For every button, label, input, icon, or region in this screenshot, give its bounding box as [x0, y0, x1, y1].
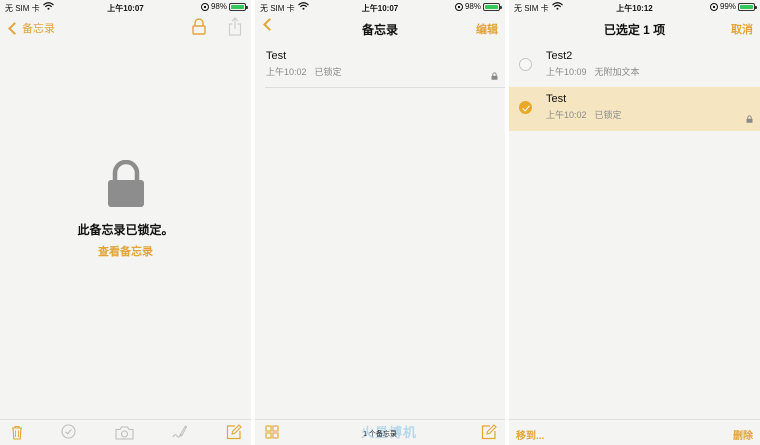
select-notes-screen: 无 SIM 卡 上午10:12 99% 已选定 1 项 取消 Test2 上午1… — [509, 0, 760, 445]
locked-message: 此备忘录已锁定。 — [77, 223, 174, 237]
locked-note-icon — [106, 159, 146, 213]
note-row[interactable]: Test2 上午10:09 无附加文本 — [509, 44, 760, 88]
note-row-selected[interactable]: Test 上午10:02 已锁定 — [509, 87, 760, 131]
lock-icon — [491, 67, 498, 85]
compose-icon[interactable] — [226, 424, 242, 445]
trash-icon[interactable] — [11, 425, 23, 445]
note-preview: 已锁定 — [594, 110, 622, 120]
note-title: Test — [546, 93, 567, 105]
orientation-lock-icon — [454, 2, 463, 11]
page-title: 备忘录 — [361, 23, 398, 37]
note-meta: 上午10:02 已锁定 — [266, 65, 342, 78]
edit-button[interactable]: 编辑 — [476, 21, 498, 37]
orientation-lock-icon — [709, 2, 718, 11]
select-circle-icon[interactable] — [519, 58, 532, 71]
note-title: Test — [266, 50, 287, 62]
bottom-toolbar: 移到... 删除 — [509, 419, 760, 445]
note-preview: 无附加文本 — [594, 67, 640, 77]
lock-toggle-icon[interactable] — [192, 18, 206, 40]
page-title: 已选定 1 项 — [603, 23, 666, 37]
checkmark-circle-icon[interactable] — [519, 101, 532, 114]
back-button[interactable]: 备忘录 — [7, 20, 55, 36]
note-meta: 上午10:02 已锁定 — [546, 108, 622, 121]
battery-icon — [738, 2, 757, 11]
orientation-lock-icon — [200, 2, 209, 11]
bottom-toolbar — [0, 419, 251, 445]
camera-icon[interactable] — [115, 426, 134, 445]
battery-icon — [229, 2, 248, 11]
note-meta: 上午10:09 无附加文本 — [546, 65, 640, 78]
view-note-button[interactable]: 查看备忘录 — [0, 243, 251, 259]
move-to-button[interactable]: 移到... — [516, 427, 544, 442]
nav-bar: 备忘录 — [0, 14, 251, 42]
compose-icon[interactable] — [481, 424, 497, 445]
nav-bar: 备忘录 编辑 — [255, 14, 505, 42]
lock-icon — [746, 110, 753, 128]
note-time: 上午10:02 — [546, 110, 587, 120]
cancel-button[interactable]: 取消 — [731, 21, 753, 37]
delete-button[interactable]: 删除 — [733, 427, 753, 442]
note-row[interactable]: Test 上午10:02 已锁定 — [255, 44, 505, 88]
bottom-toolbar: 火星博机 1 个备忘录 — [255, 419, 505, 445]
back-label: 备忘录 — [22, 23, 55, 35]
chevron-left-icon — [8, 21, 21, 35]
note-preview: 已锁定 — [314, 67, 342, 77]
status-bar: 无 SIM 卡 上午10:07 98% — [255, 0, 505, 14]
battery-icon — [483, 2, 502, 11]
share-icon[interactable] — [228, 17, 242, 41]
sketch-icon[interactable] — [172, 424, 188, 445]
status-bar: 无 SIM 卡 上午10:12 99% — [509, 0, 760, 14]
note-time: 上午10:02 — [266, 67, 307, 77]
note-count: 1 个备忘录 — [363, 431, 397, 438]
row-divider — [265, 87, 505, 88]
nav-bar: 已选定 1 项 取消 — [509, 14, 760, 42]
battery-percent: 99% — [719, 2, 736, 11]
note-time: 上午10:09 — [546, 67, 587, 77]
battery-percent: 98% — [210, 2, 227, 11]
checklist-icon[interactable] — [61, 424, 76, 444]
locked-note-screen: 无 SIM 卡 上午10:07 98% 备忘录 此备忘录已锁定。 查看备忘录 — [0, 0, 251, 445]
status-bar: 无 SIM 卡 上午10:07 98% — [0, 0, 251, 14]
battery-percent: 98% — [464, 2, 481, 11]
notes-list-screen: 无 SIM 卡 上午10:07 98% 备忘录 编辑 Test 上午10:02 已… — [255, 0, 505, 445]
note-title: Test2 — [546, 50, 573, 62]
